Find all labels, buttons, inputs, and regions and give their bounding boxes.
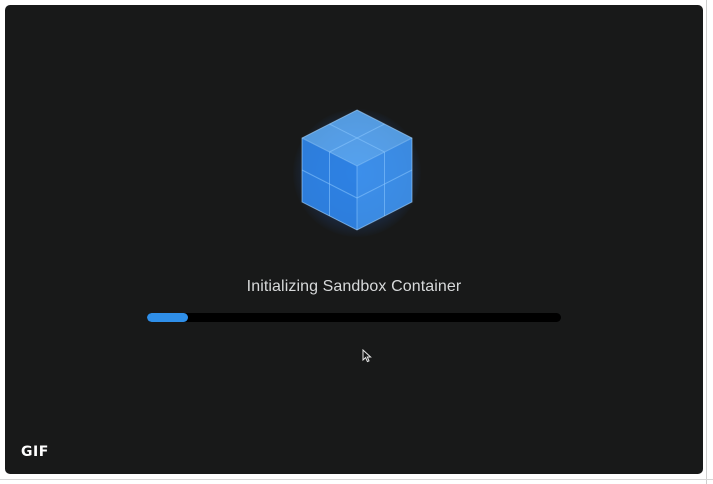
progress-bar-fill [147,313,189,322]
cube-icon [301,109,413,231]
gif-badge: GIF [21,444,49,460]
frame-edge-divider [706,0,707,484]
status-text: Initializing Sandbox Container [246,278,462,295]
frame-bottom-divider [0,479,713,480]
sandbox-cube-logo [285,101,429,245]
loading-screen: Initializing Sandbox Container GIF [5,5,703,474]
progress-bar [147,313,561,322]
pointer-cursor-icon [362,349,372,363]
